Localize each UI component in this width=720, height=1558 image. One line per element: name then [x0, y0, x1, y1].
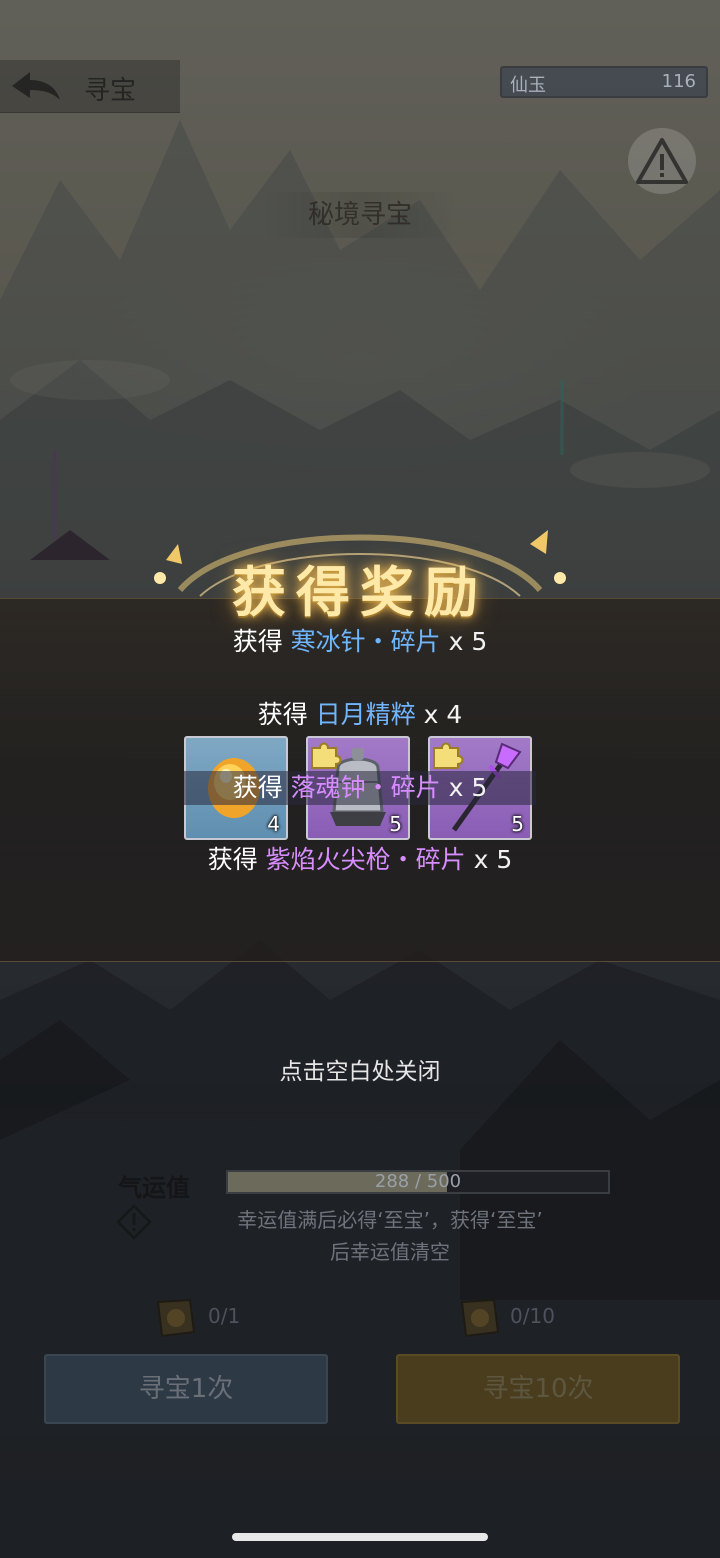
single-ticket-count: 0/1 [208, 1304, 241, 1328]
reward-item-name: 紫焰火尖枪・碎片 [265, 845, 466, 874]
reward-item-name: 日月精粹 [315, 700, 416, 729]
currency-name: 仙玉 [510, 75, 546, 96]
reward-line-3: 获得 落魂钟・碎片 x 5 [0, 770, 720, 806]
luck-progress-bar: 288 / 500 [226, 1170, 610, 1194]
draw-once-button[interactable]: 寻宝1次 [44, 1354, 328, 1424]
warning-icon [636, 138, 688, 184]
reward-line-2: 获得 日月精粹 x 4 [0, 697, 720, 733]
close-hint[interactable]: 点击空白处关闭 [0, 1052, 720, 1086]
reward-line-1: 获得 寒冰针・碎片 x 5 [0, 624, 720, 660]
reward-item-qty: x 5 [448, 773, 488, 802]
reward-banner-title: 获得奖励 [232, 560, 488, 624]
reward-prefix: 获得 [232, 627, 283, 656]
reward-item-qty: x 5 [448, 627, 488, 656]
info-diamond-icon [116, 1204, 152, 1240]
reward-item-qty: x 5 [473, 845, 513, 874]
luck-label: 气运值 [118, 1173, 190, 1202]
back-button[interactable]: 寻宝 [0, 60, 180, 113]
luck-info-line-2: 后幸运值清空 [330, 1240, 450, 1264]
currency-display: 仙玉 116 [500, 66, 708, 98]
ten-ticket-count: 0/10 [510, 1304, 555, 1328]
reward-line-4: 获得 紫焰火尖枪・碎片 x 5 [0, 842, 720, 878]
reward-item-name: 寒冰针・碎片 [290, 627, 441, 656]
warning-button[interactable] [628, 128, 696, 194]
reward-prefix: 获得 [232, 773, 283, 802]
luck-info-text: 幸运值满后必得‘至宝’，获得‘至宝’ 后幸运值清空 [160, 1204, 620, 1268]
treasure-token-icon [460, 1298, 500, 1338]
reward-item-qty: x 4 [423, 700, 463, 729]
treasure-token-icon [156, 1298, 196, 1338]
luck-progress-text: 288 / 500 [374, 1171, 462, 1192]
luck-info-line-1: 幸运值满后必得‘至宝’，获得‘至宝’ [237, 1208, 543, 1232]
item-count: 5 [389, 812, 402, 836]
draw-ten-button[interactable]: 寻宝10次 [396, 1354, 680, 1424]
back-arrow-icon [12, 72, 60, 100]
item-count: 5 [511, 812, 524, 836]
fragment-puzzle-icon [311, 742, 342, 769]
page-title: 秘境寻宝 [262, 192, 458, 238]
reward-prefix: 获得 [207, 845, 258, 874]
home-indicator[interactable] [232, 1533, 488, 1541]
currency-value: 116 [661, 71, 696, 92]
reward-prefix: 获得 [257, 700, 308, 729]
item-count: 4 [267, 812, 280, 836]
reward-item-name: 落魂钟・碎片 [290, 773, 441, 802]
fragment-puzzle-icon [433, 742, 464, 769]
back-title: 寻宝 [84, 76, 137, 106]
